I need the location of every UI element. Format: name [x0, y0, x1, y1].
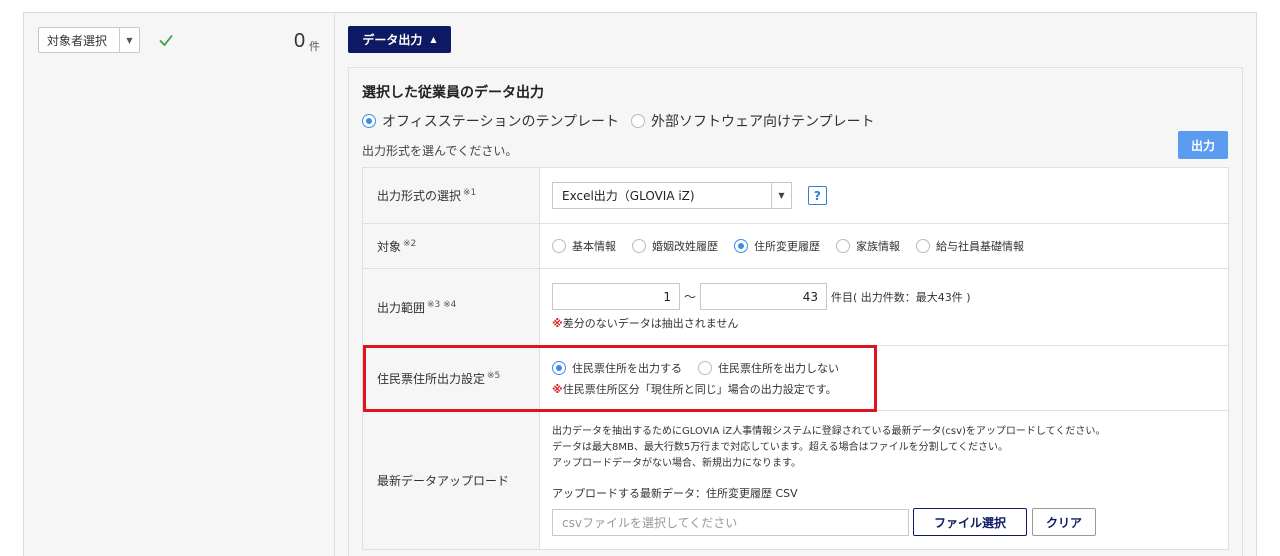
row-target: 対象 ※2 基本情報 婚姻改姓履歴 住所変更履歴 家族情報 給与社員基礎情報	[362, 223, 1229, 269]
target-column	[24, 13, 335, 556]
export-settings-table: 出力形式の選択 ※1 Excel出力（GLOVIA iZ) ▼ ? 対象 ※2 基本…	[362, 167, 1229, 550]
upload-label-cell: 最新データアップロード	[362, 410, 540, 550]
file-select-button[interactable]: ファイル選択	[913, 508, 1027, 536]
format-hint: 出力形式を選んでください。	[362, 144, 518, 158]
target-label: 対象	[377, 239, 402, 254]
caret-up-icon: ▲	[430, 35, 437, 44]
template-option-label: 外部ソフトウェア向けテンプレート	[651, 114, 875, 130]
target-option-marriage[interactable]: 婚姻改姓履歴	[632, 238, 718, 254]
resident-note-text: 住民票住所区分「現住所と同じ」場合の出力設定です。	[562, 382, 837, 396]
resident-option-label: 住民票住所を出力しない	[718, 361, 839, 375]
upload-row: csvファイルを選択してください ファイル選択 クリア	[552, 508, 1228, 536]
selected-count-unit: 件	[309, 40, 320, 53]
note-mark: ※	[552, 317, 563, 330]
target-option-payroll[interactable]: 給与社員基礎情報	[916, 238, 1024, 254]
selected-count: 0	[294, 30, 306, 52]
upload-label: 最新データアップロード	[377, 473, 510, 488]
format-label: 出力形式の選択	[377, 189, 462, 203]
csv-file-input[interactable]: csvファイルを選択してください	[552, 508, 909, 536]
upload-target-label: アップロードする最新データ：住所変更履歴 CSV	[552, 487, 798, 500]
radio-icon[interactable]	[916, 239, 930, 253]
target-options-cell: 基本情報 婚姻改姓履歴 住所変更履歴 家族情報 給与社員基礎情報	[539, 223, 1229, 269]
radio-icon[interactable]	[698, 360, 712, 375]
range-from-input[interactable]: 1	[552, 283, 680, 310]
resident-option-no-output[interactable]: 住民票住所を出力しない	[698, 360, 839, 376]
row-range: 出力範囲 ※3 ※4 1 ～ 43 件目( 出力件数：最大43件 ) ※差分のないデータ…	[362, 268, 1229, 346]
radio-icon[interactable]	[632, 239, 646, 253]
target-option-label: 給与社員基礎情報	[936, 240, 1024, 253]
row-format: 出力形式の選択 ※1 Excel出力（GLOVIA iZ) ▼ ?	[362, 167, 1229, 224]
range-to-input[interactable]: 43	[700, 283, 828, 310]
format-select[interactable]: Excel出力（GLOVIA iZ) ▼	[552, 182, 792, 209]
template-option-label: オフィスステーションのテンプレート	[382, 114, 620, 130]
upload-info-line: アップロードデータがない場合、新規出力になります。	[552, 458, 801, 469]
resident-label: 住民票住所出力設定	[377, 371, 486, 386]
resident-option-label: 住民票住所を出力する	[572, 361, 682, 375]
target-option-label: 住所変更履歴	[754, 240, 820, 253]
data-export-button[interactable]: データ出力 ▲	[348, 26, 451, 53]
target-radio-group: 基本情報 婚姻改姓履歴 住所変更履歴 家族情報 給与社員基礎情報	[552, 238, 1228, 254]
target-option-label: 家族情報	[856, 240, 900, 253]
upload-value-cell: 出力データを抽出するためにGLOVIA iZ人事情報システムに登録されている最新…	[539, 410, 1229, 550]
data-export-label: データ出力	[362, 33, 423, 47]
upload-info-line: 出力データを抽出するためにGLOVIA iZ人事情報システムに登録されている最新…	[552, 426, 1106, 437]
resident-value-cell: 住民票住所を出力する 住民票住所を出力しない ※住民票住所区分「現住所と同じ」場…	[539, 345, 1229, 411]
note-mark: ※	[552, 382, 563, 396]
panel-title: 選択した従業員のデータ出力	[362, 85, 544, 101]
template-option-external[interactable]: 外部ソフトウェア向けテンプレート	[631, 111, 875, 131]
range-label: 出力範囲	[377, 300, 426, 315]
footnote-mark: ※1	[463, 188, 477, 198]
radio-icon[interactable]	[631, 114, 646, 128]
range-note-text: 差分のないデータは抽出されません	[562, 317, 739, 330]
radio-selected-icon[interactable]	[552, 360, 566, 375]
help-icon[interactable]: ?	[807, 186, 827, 205]
radio-selected-icon[interactable]	[362, 114, 376, 128]
radio-icon[interactable]	[836, 239, 850, 253]
resident-label-cell: 住民票住所出力設定 ※5	[362, 345, 540, 411]
range-note: ※差分のないデータは抽出されません	[552, 315, 1228, 331]
chevron-down-icon[interactable]: ▼	[771, 183, 791, 208]
resident-note: ※住民票住所区分「現住所と同じ」場合の出力設定です。	[552, 381, 1228, 397]
chevron-down-icon[interactable]: ▼	[119, 28, 139, 52]
target-select-dropdown[interactable]: 対象者選択 ▼	[38, 27, 140, 53]
format-label-cell: 出力形式の選択 ※1	[362, 167, 540, 224]
output-button[interactable]: 出力	[1178, 131, 1228, 159]
footnote-mark: ※2	[403, 238, 417, 249]
template-radio-group: オフィスステーションのテンプレート 外部ソフトウェア向けテンプレート	[362, 111, 887, 131]
footnote-mark: ※3 ※4	[427, 299, 457, 310]
check-icon	[159, 34, 173, 47]
footnote-mark: ※5	[487, 370, 501, 381]
format-value-cell: Excel出力（GLOVIA iZ) ▼ ?	[539, 167, 1229, 224]
radio-icon[interactable]	[552, 239, 566, 253]
target-option-family[interactable]: 家族情報	[836, 238, 900, 254]
range-tilde: ～	[684, 290, 697, 304]
upload-info-line: データは最大8MB、最大行数5万行まで対応しています。超える場合はファイルを分割…	[552, 442, 1009, 453]
target-option-label: 基本情報	[572, 240, 616, 253]
target-option-basic[interactable]: 基本情報	[552, 238, 616, 254]
range-value-cell: 1 ～ 43 件目( 出力件数：最大43件 ) ※差分のないデータは抽出されません	[539, 268, 1229, 346]
clear-button[interactable]: クリア	[1032, 508, 1096, 536]
radio-selected-icon[interactable]	[734, 239, 748, 253]
target-select-label: 対象者選択	[47, 33, 108, 48]
target-label-cell: 対象 ※2	[362, 223, 540, 269]
resident-option-output[interactable]: 住民票住所を出力する	[552, 360, 682, 376]
template-option-office[interactable]: オフィスステーションのテンプレート	[362, 111, 619, 131]
row-resident: 住民票住所出力設定 ※5 住民票住所を出力する 住民票住所を出力しない ※住民票住…	[362, 345, 1229, 411]
range-label-cell: 出力範囲 ※3 ※4	[362, 268, 540, 346]
row-upload: 最新データアップロード 出力データを抽出するためにGLOVIA iZ人事情報シス…	[362, 410, 1229, 550]
resident-radio-group: 住民票住所を出力する 住民票住所を出力しない	[552, 360, 1228, 376]
range-unit-text: 件目( 出力件数：最大43件 )	[831, 290, 971, 304]
target-option-label: 婚姻改姓履歴	[652, 240, 718, 253]
format-select-value: Excel出力（GLOVIA iZ)	[562, 189, 695, 203]
target-option-address[interactable]: 住所変更履歴	[734, 238, 820, 254]
